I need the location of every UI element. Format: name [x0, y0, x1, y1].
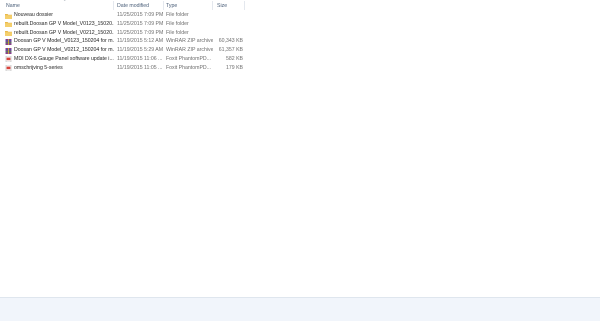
column-header-date-modified[interactable]: Date modified: [117, 2, 149, 10]
file-size: 61,357 KB: [218, 47, 243, 53]
file-type: File folder: [166, 29, 189, 36]
sort-caret-icon: ⌃: [63, 0, 67, 4]
file-date: 11/19/2015 5:12 AM: [117, 38, 163, 45]
file-explorer-window: ⌃ Name Date modified Type Size Nouveau d…: [0, 0, 600, 321]
file-row[interactable]: rebuilt.Doosan GP V Model_V0212_15020...…: [0, 29, 600, 38]
file-name: MDI DX-5 Gauge Panel software update i..…: [14, 55, 114, 62]
file-row[interactable]: Doosan GP V Model_V0212_150204 for m... …: [0, 46, 600, 55]
file-name: Doosan GP V Model_V0212_150204 for m...: [14, 47, 114, 53]
file-date: 11/25/2015 7:09 PM: [117, 29, 163, 36]
file-name: Doosan GP V Model_V0123_150204 for m...: [14, 38, 114, 45]
file-type: Foxit PhantomPD...: [166, 55, 211, 62]
file-list: Nouveau dossier 11/25/2015 7:09 PM File …: [0, 11, 600, 72]
file-size: [214, 20, 243, 29]
file-date: 11/25/2015 7:09 PM: [117, 12, 163, 18]
file-date: 11/19/2015 11:05 ...: [117, 64, 163, 71]
winrar-zip-icon: [5, 47, 12, 54]
file-row[interactable]: rebuilt.Doosan GP V Model_V0123_15020...…: [0, 20, 600, 29]
winrar-zip-icon: [5, 38, 12, 45]
file-type: WinRAR ZIP archive: [166, 47, 213, 53]
column-header-size[interactable]: Size: [217, 2, 227, 10]
file-row[interactable]: Nouveau dossier 11/25/2015 7:09 PM File …: [0, 11, 600, 20]
file-name: rebuilt.Doosan GP V Model_V0212_15020...: [14, 29, 114, 36]
file-size: 60,343 KB: [218, 38, 243, 45]
file-size: [214, 11, 243, 20]
file-row[interactable]: Doosan GP V Model_V0123_150204 for m... …: [0, 37, 600, 46]
file-size: [214, 29, 243, 38]
file-row[interactable]: MDI DX-5 Gauge Panel software update i..…: [0, 55, 600, 64]
folder-icon: [5, 30, 12, 36]
column-divider[interactable]: [244, 1, 245, 10]
column-divider[interactable]: [113, 1, 114, 10]
file-name: rebuilt.Doosan GP V Model_V0123_15020...: [14, 20, 114, 27]
column-header-type[interactable]: Type: [166, 2, 177, 10]
pdf-icon: [5, 56, 12, 63]
folder-icon: [5, 21, 12, 28]
file-date: 11/19/2015 11:06 ...: [117, 55, 163, 62]
status-bar: [0, 297, 600, 321]
file-size: 179 KB: [225, 64, 243, 71]
column-divider[interactable]: [163, 1, 164, 10]
file-size: 582 KB: [225, 55, 243, 62]
file-name: omschrijving 5-series: [14, 64, 63, 71]
column-divider[interactable]: [212, 1, 213, 10]
pdf-icon: [5, 65, 12, 71]
file-date: 11/19/2015 5:29 AM: [117, 47, 163, 53]
file-type: File folder: [166, 20, 189, 27]
file-type: Foxit PhantomPD...: [166, 64, 211, 71]
column-header-row: ⌃ Name Date modified Type Size: [0, 0, 600, 11]
file-date: 11/25/2015 7:09 PM: [117, 20, 163, 27]
file-type: File folder: [166, 12, 189, 18]
folder-icon: [5, 13, 12, 19]
file-row[interactable]: omschrijving 5-series 11/19/2015 11:05 .…: [0, 64, 600, 73]
file-name: Nouveau dossier: [14, 12, 53, 18]
column-header-name[interactable]: Name: [6, 2, 20, 10]
file-type: WinRAR ZIP archive: [166, 38, 213, 45]
